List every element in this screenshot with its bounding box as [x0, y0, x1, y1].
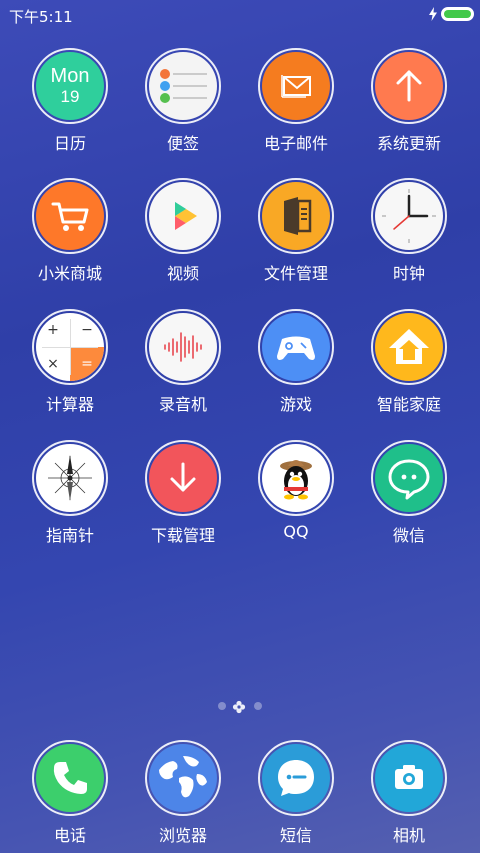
sms-icon — [262, 744, 330, 812]
calendar-day: 19 — [60, 87, 80, 106]
app-label: 短信 — [279, 826, 312, 845]
calc-plus: + — [47, 322, 59, 338]
app-update[interactable]: 系统更新 — [354, 48, 464, 168]
app-notes[interactable]: 便签 — [128, 48, 238, 168]
browser-globe-icon — [149, 744, 217, 812]
cart-icon — [36, 182, 104, 250]
page-dot — [254, 702, 262, 710]
camera-icon — [375, 744, 443, 812]
calc-times: × — [47, 356, 59, 372]
app-label: 电子邮件 — [263, 134, 328, 153]
mail-icon — [262, 52, 330, 120]
update-icon — [375, 52, 443, 120]
qq-icon — [262, 444, 330, 512]
app-label: 计算器 — [45, 395, 94, 414]
status-bar: 下午5:11 — [0, 0, 480, 28]
recorder-icon — [149, 313, 217, 381]
app-label: QQ — [283, 522, 309, 541]
app-label: 日历 — [53, 134, 86, 153]
dock-sms[interactable]: 短信 — [241, 740, 351, 853]
app-label: 小米商城 — [37, 264, 102, 283]
battery-fill — [444, 10, 471, 18]
app-download[interactable]: 下载管理 — [128, 440, 238, 560]
video-play-icon — [149, 182, 217, 250]
dock-browser[interactable]: 浏览器 — [128, 740, 238, 853]
app-smart-home[interactable]: 智能家庭 — [354, 309, 464, 429]
calendar-icon: Mon 19 — [36, 52, 104, 120]
app-label: 智能家庭 — [376, 395, 441, 414]
app-label: 文件管理 — [263, 264, 328, 283]
app-recorder[interactable]: 录音机 — [128, 309, 238, 429]
app-label: 录音机 — [158, 395, 207, 414]
smart-home-icon — [375, 313, 443, 381]
app-clock[interactable]: 时钟 — [354, 178, 464, 298]
app-label: 系统更新 — [376, 134, 441, 153]
wechat-icon — [375, 444, 443, 512]
app-video[interactable]: 视频 — [128, 178, 238, 298]
app-qq[interactable]: QQ — [241, 440, 351, 560]
app-wechat[interactable]: 微信 — [354, 440, 464, 560]
app-mall[interactable]: 小米商城 — [15, 178, 125, 298]
app-label: 便签 — [166, 134, 199, 153]
calculator-icon: + − × = — [36, 313, 104, 381]
app-label: 下载管理 — [150, 526, 215, 545]
app-compass[interactable]: 指南针 — [15, 440, 125, 560]
status-time: 下午5:11 — [9, 8, 73, 26]
app-label: 指南针 — [45, 526, 94, 545]
calendar-weekday: Mon — [50, 65, 90, 87]
app-mail[interactable]: 电子邮件 — [241, 48, 351, 168]
app-files[interactable]: 文件管理 — [241, 178, 351, 298]
app-label: 相机 — [392, 826, 425, 845]
file-manager-icon — [262, 182, 330, 250]
app-label: 游戏 — [279, 395, 312, 414]
compass-icon — [36, 444, 104, 512]
battery-icon — [441, 7, 474, 21]
app-calculator[interactable]: + − × = 计算器 — [15, 309, 125, 429]
notes-icon — [149, 52, 217, 120]
calc-equals: = — [70, 347, 104, 381]
app-label: 微信 — [392, 526, 425, 545]
clock-icon — [375, 182, 443, 250]
home-page-dot-icon — [232, 700, 246, 714]
app-game[interactable]: 游戏 — [241, 309, 351, 429]
page-indicator[interactable] — [216, 700, 264, 714]
charging-icon — [429, 7, 437, 21]
app-calendar[interactable]: Mon 19 日历 — [15, 48, 125, 168]
app-label: 电话 — [53, 826, 86, 845]
app-label: 视频 — [166, 264, 199, 283]
gamepad-icon — [262, 313, 330, 381]
page-dot — [218, 702, 226, 710]
calc-minus: − — [81, 322, 93, 338]
app-label: 浏览器 — [158, 826, 207, 845]
download-icon — [149, 444, 217, 512]
dock-camera[interactable]: 相机 — [354, 740, 464, 853]
phone-icon — [36, 744, 104, 812]
dock-phone[interactable]: 电话 — [15, 740, 125, 853]
app-label: 时钟 — [392, 264, 425, 283]
